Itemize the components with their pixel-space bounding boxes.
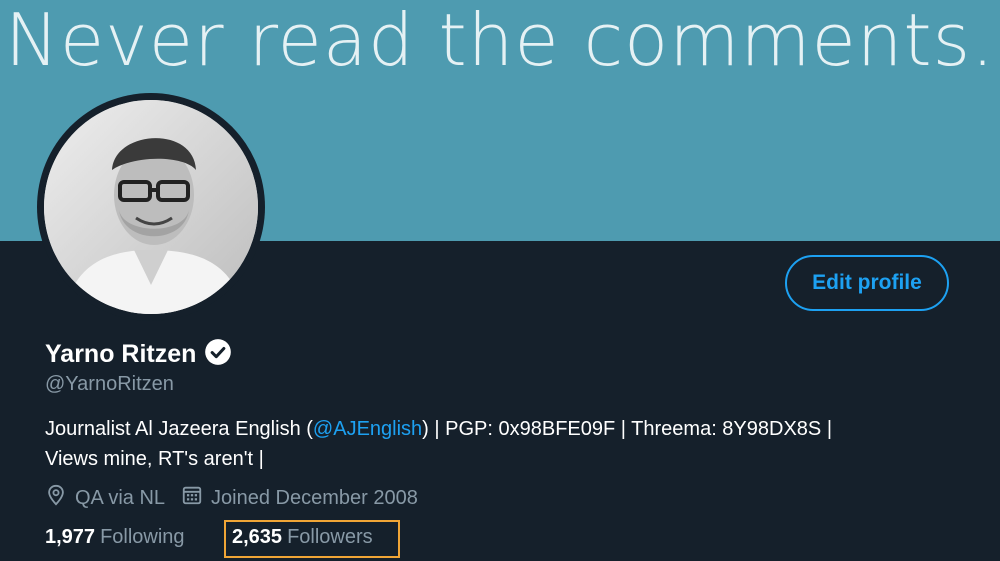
profile-bio: Journalist Al Jazeera English (@AJEnglis… bbox=[45, 414, 945, 474]
bio-line-2: Views mine, RT's aren't | bbox=[45, 448, 264, 470]
following-stat[interactable]: 1,977 Following bbox=[45, 526, 185, 549]
joined-item: Joined December 2008 bbox=[181, 484, 418, 512]
joined-text: Joined December 2008 bbox=[211, 486, 418, 509]
bio-text-cont: ) | PGP: 0x98BFE09F | Threema: 8Y98DX8S … bbox=[422, 418, 833, 440]
avatar-photo bbox=[44, 100, 258, 314]
banner-text: Never read the comments. bbox=[4, 0, 996, 82]
location-item: QA via NL bbox=[45, 484, 165, 512]
edit-profile-button[interactable]: Edit profile bbox=[785, 255, 949, 311]
following-count: 1,977 bbox=[45, 526, 96, 548]
following-link[interactable]: 1,977 Following bbox=[45, 526, 185, 549]
profile-meta: QA via NL Joined December 2008 bbox=[45, 484, 434, 512]
location-pin-icon bbox=[45, 484, 67, 512]
bio-text: Journalist Al Jazeera English ( bbox=[45, 418, 313, 440]
verified-badge-icon bbox=[204, 338, 232, 371]
bio-mention-link[interactable]: @AJEnglish bbox=[313, 418, 422, 440]
followers-count: 2,635 bbox=[232, 526, 283, 548]
followers-link[interactable]: 2,635 Followers bbox=[232, 526, 373, 549]
calendar-icon bbox=[181, 484, 203, 512]
followers-stat[interactable]: 2,635 Followers bbox=[232, 526, 373, 549]
location-text: QA via NL bbox=[75, 486, 166, 509]
following-label: Following bbox=[100, 526, 185, 548]
avatar[interactable] bbox=[44, 100, 258, 314]
profile-name-row: Yarno Ritzen bbox=[45, 338, 232, 371]
profile-name: Yarno Ritzen bbox=[45, 340, 197, 368]
followers-label: Followers bbox=[287, 526, 373, 548]
profile-handle: @YarnoRitzen bbox=[45, 373, 174, 395]
